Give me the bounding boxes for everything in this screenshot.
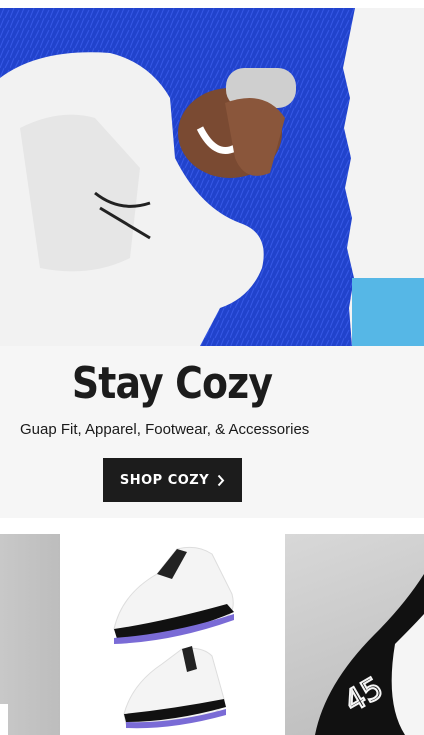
hero-photo	[0, 8, 424, 346]
shop-cozy-button-label: SHOP COZY	[119, 472, 210, 488]
promo-subtitle: Guap Fit, Apparel, Footwear, & Accessori…	[20, 421, 310, 438]
black-white-sneakers-photo	[113, 546, 234, 729]
hero-banner-image[interactable]	[0, 8, 424, 346]
shop-cozy-button[interactable]: SHOP COZY	[103, 458, 242, 502]
product-carousel: 45	[0, 534, 424, 735]
promo-title: Stay Cozy	[71, 358, 273, 409]
gray-product-photo	[0, 704, 8, 735]
product-tile[interactable]: 45	[285, 534, 424, 735]
product-tile[interactable]	[0, 534, 60, 735]
chevron-right-icon	[217, 474, 225, 486]
product-tile[interactable]	[62, 534, 283, 735]
sneaker-closeup-45-photo: 45	[315, 574, 424, 735]
promo-panel: Stay Cozy Guap Fit, Apparel, Footwear, &…	[0, 346, 424, 518]
